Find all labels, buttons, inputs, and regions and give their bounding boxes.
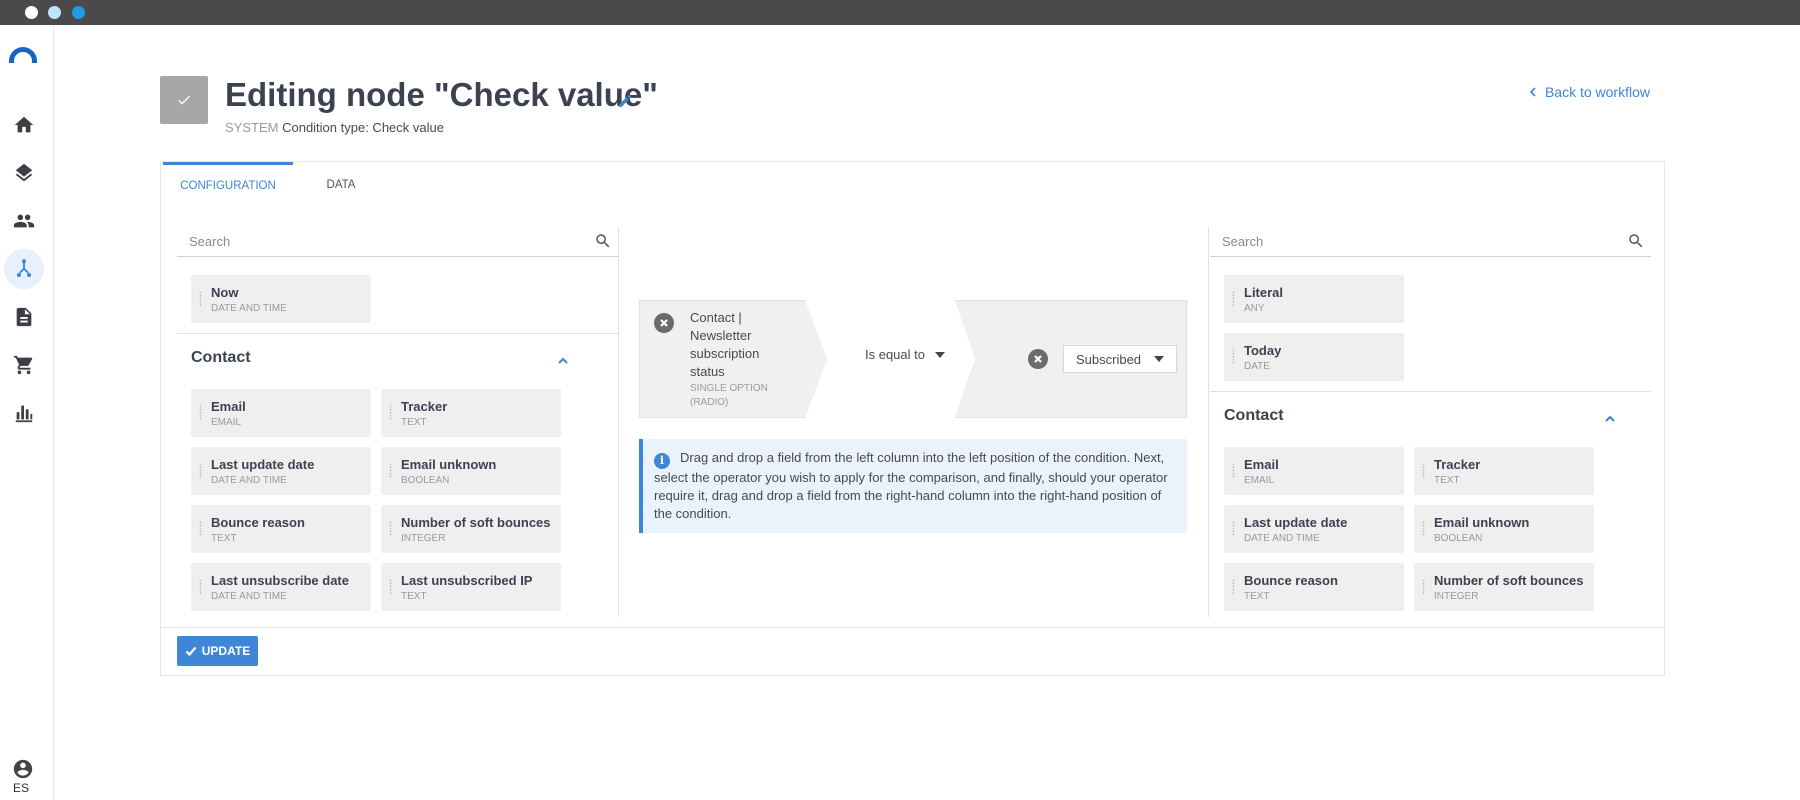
info-message: i Drag and drop a field from the left col… bbox=[639, 439, 1187, 533]
page-title: Editing node "Check value" bbox=[225, 76, 658, 113]
right-field-column: Literal ANY Today DATE Contact Email EMA… bbox=[1208, 227, 1651, 617]
field-today[interactable]: Today DATE bbox=[1224, 333, 1404, 381]
check-icon bbox=[178, 95, 190, 105]
layers-icon bbox=[15, 163, 33, 182]
condition-builder: Contact | Newsletter subscription status… bbox=[639, 300, 1187, 418]
info-icon: i bbox=[654, 453, 670, 469]
search-icon[interactable] bbox=[1627, 232, 1645, 250]
field-bounce-reason[interactable]: Bounce reason TEXT bbox=[1224, 563, 1404, 611]
collapse-group-button[interactable] bbox=[557, 354, 569, 366]
group-title-contact: Contact bbox=[191, 349, 251, 366]
search-icon[interactable] bbox=[594, 232, 612, 250]
condition-left-field-name: Contact | Newsletter subscription status bbox=[690, 310, 760, 379]
collapse-group-button[interactable] bbox=[1604, 412, 1616, 424]
document-icon bbox=[16, 307, 32, 327]
condition-type-label: Condition type: Check value bbox=[282, 120, 444, 135]
operator-select[interactable]: Is equal to bbox=[865, 347, 945, 362]
sidebar-item-layers[interactable] bbox=[4, 153, 44, 193]
field-tracker[interactable]: Tracker TEXT bbox=[1414, 447, 1594, 495]
back-to-workflow-link[interactable]: Back to workflow bbox=[1529, 84, 1650, 100]
left-field-column: Now DATE AND TIME Contact Email EMAIL Tr… bbox=[177, 227, 619, 617]
pencil-icon bbox=[619, 94, 632, 107]
field-email[interactable]: Email EMAIL bbox=[191, 389, 371, 437]
remove-right-value-button[interactable] bbox=[1028, 349, 1048, 369]
back-link-label: Back to workflow bbox=[1544, 84, 1650, 100]
left-search bbox=[177, 227, 618, 257]
user-account[interactable] bbox=[12, 758, 34, 780]
condition-left-field: Contact | Newsletter subscription status… bbox=[690, 309, 790, 410]
tab-configuration[interactable]: CONFIGURATION bbox=[163, 162, 293, 207]
chevron-up-icon bbox=[558, 357, 568, 364]
people-icon bbox=[13, 214, 35, 228]
user-circle-icon bbox=[13, 759, 33, 779]
language-selector[interactable]: ES bbox=[13, 781, 29, 795]
update-button[interactable]: UPDATE bbox=[177, 636, 258, 666]
field-email-unknown[interactable]: Email unknown BOOLEAN bbox=[381, 447, 561, 495]
window-close-button[interactable] bbox=[25, 6, 38, 19]
caret-down-icon bbox=[1154, 356, 1164, 362]
window-maximize-button[interactable] bbox=[72, 6, 85, 19]
tab-data[interactable]: DATA bbox=[311, 162, 371, 207]
field-email-unknown[interactable]: Email unknown BOOLEAN bbox=[1414, 505, 1594, 553]
sidebar-item-contacts[interactable] bbox=[4, 201, 44, 241]
sidebar: ES bbox=[0, 25, 54, 800]
right-search bbox=[1210, 227, 1651, 257]
window-minimize-button[interactable] bbox=[48, 6, 61, 19]
editor-card: CONFIGURATION DATA Now DATE AND TIME Con… bbox=[160, 161, 1665, 676]
field-literal[interactable]: Literal ANY bbox=[1224, 275, 1404, 323]
close-icon bbox=[1034, 355, 1042, 363]
card-footer-divider bbox=[161, 627, 1664, 628]
right-value-select[interactable]: Subscribed bbox=[1063, 345, 1177, 373]
cart-icon bbox=[13, 355, 33, 375]
workflow-icon bbox=[16, 259, 32, 277]
sidebar-item-shop[interactable] bbox=[4, 345, 44, 385]
divider bbox=[1210, 391, 1651, 392]
field-bounce-reason[interactable]: Bounce reason TEXT bbox=[191, 505, 371, 553]
field-last-update-date[interactable]: Last update date DATE AND TIME bbox=[191, 447, 371, 495]
field-tracker[interactable]: Tracker TEXT bbox=[381, 389, 561, 437]
bar-chart-icon bbox=[15, 405, 33, 423]
field-number-of-soft-bounces[interactable]: Number of soft bounces INTEGER bbox=[381, 505, 561, 553]
right-search-input[interactable] bbox=[1210, 227, 1610, 255]
chevron-up-icon bbox=[1605, 415, 1615, 422]
field-last-unsubscribe-date[interactable]: Last unsubscribe date DATE AND TIME bbox=[191, 563, 371, 611]
edit-title-button[interactable] bbox=[617, 93, 633, 109]
info-text: Drag and drop a field from the left colu… bbox=[654, 450, 1168, 521]
field-last-update-date[interactable]: Last update date DATE AND TIME bbox=[1224, 505, 1404, 553]
operator-label: Is equal to bbox=[865, 347, 925, 362]
system-label: SYSTEM bbox=[225, 120, 279, 135]
home-icon bbox=[14, 116, 34, 133]
condition-left-field-type: SINGLE OPTION (RADIO) bbox=[690, 383, 768, 408]
sidebar-item-workflows[interactable] bbox=[4, 249, 44, 289]
node-type-icon bbox=[160, 76, 208, 124]
left-search-input[interactable] bbox=[177, 227, 577, 255]
check-icon bbox=[185, 646, 197, 657]
field-last-unsubscribed-ip[interactable]: Last unsubscribed IP TEXT bbox=[381, 563, 561, 611]
sidebar-item-reports[interactable] bbox=[4, 393, 44, 433]
divider bbox=[177, 333, 618, 334]
caret-down-icon bbox=[935, 351, 945, 358]
page-subtitle: SYSTEM Condition type: Check value bbox=[225, 120, 444, 135]
group-title-contact: Contact bbox=[1224, 407, 1284, 424]
sidebar-item-home[interactable] bbox=[4, 105, 44, 145]
sidebar-item-content[interactable] bbox=[4, 297, 44, 337]
chevron-left-icon bbox=[1529, 87, 1536, 97]
field-now[interactable]: Now DATE AND TIME bbox=[191, 275, 371, 323]
window-titlebar bbox=[0, 0, 1800, 25]
right-value-label: Subscribed bbox=[1076, 351, 1142, 367]
app-logo[interactable] bbox=[9, 47, 37, 63]
remove-left-field-button[interactable] bbox=[654, 313, 674, 333]
field-number-of-soft-bounces[interactable]: Number of soft bounces INTEGER bbox=[1414, 563, 1594, 611]
update-button-label: UPDATE bbox=[201, 644, 251, 658]
close-icon bbox=[660, 319, 668, 327]
field-email[interactable]: Email EMAIL bbox=[1224, 447, 1404, 495]
